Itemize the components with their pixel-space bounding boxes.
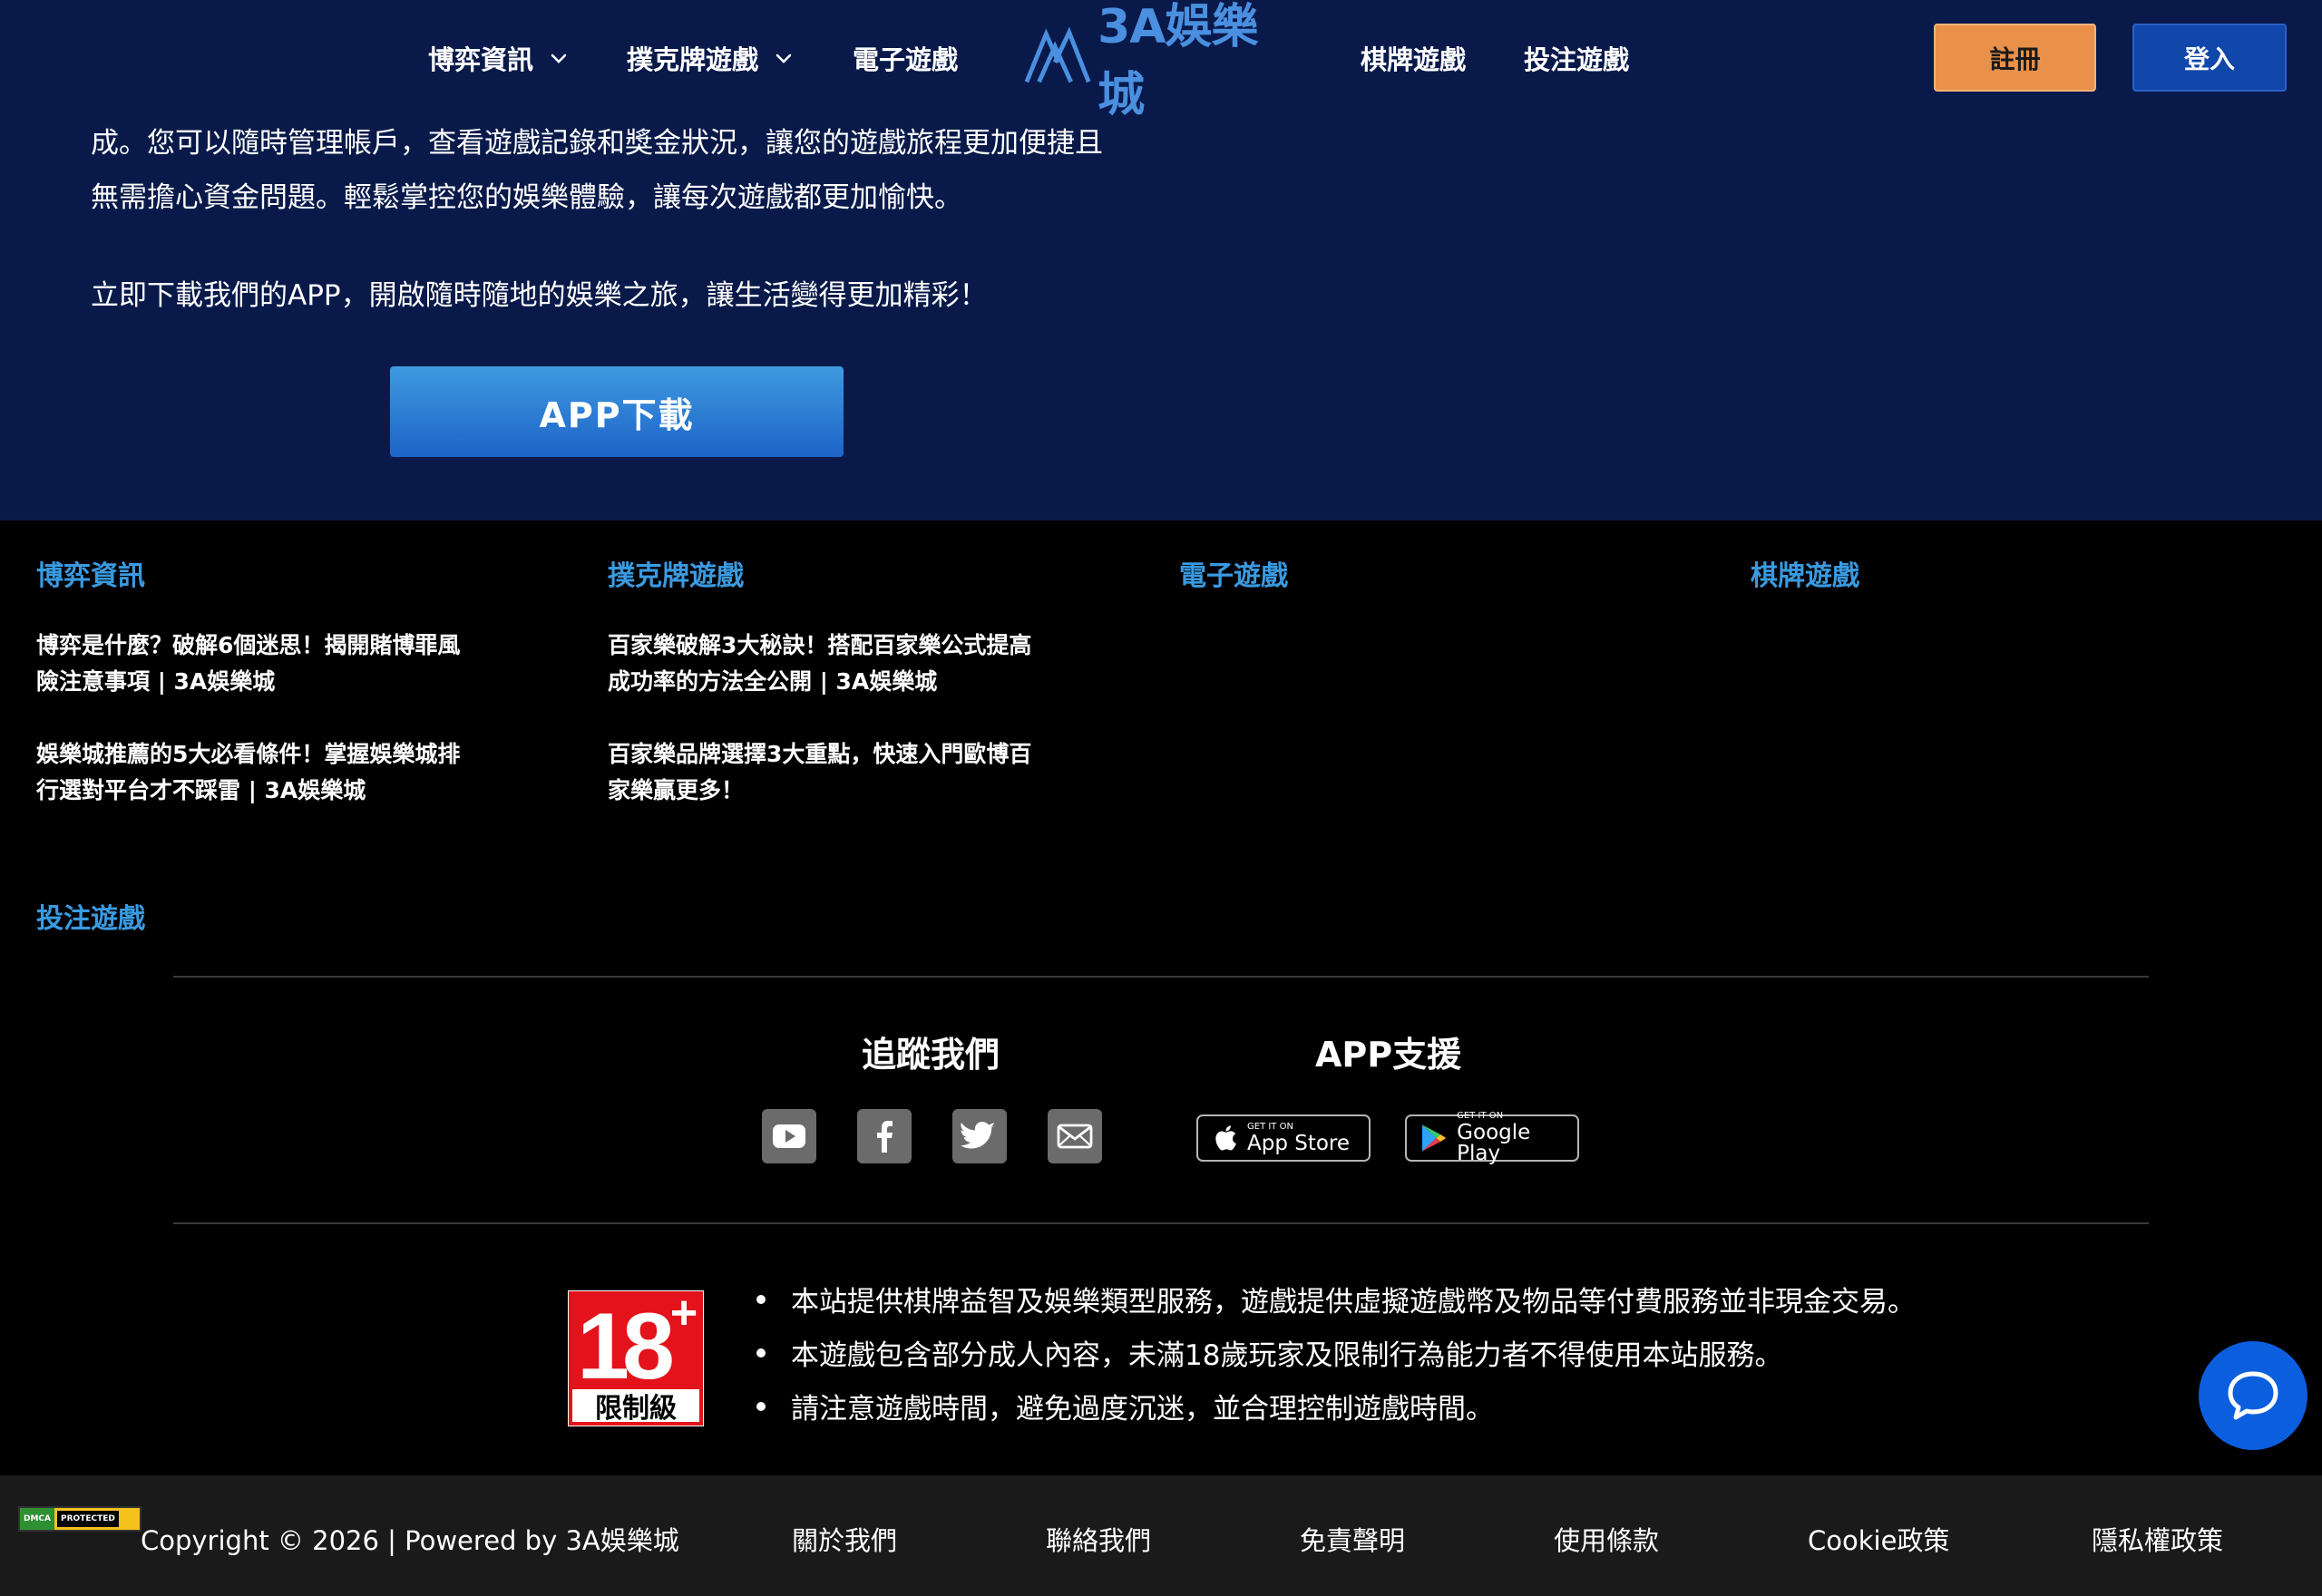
nav-label: 投注遊戲 xyxy=(1524,44,1630,75)
twitter-icon[interactable] xyxy=(952,1109,1007,1163)
divider xyxy=(173,976,2149,978)
footer-article-link[interactable]: 百家樂破解3大秘訣！搭配百家樂公式提高 成功率的方法全公開 | 3A娛樂城 xyxy=(608,628,1061,700)
store-big-text: Google Play xyxy=(1457,1121,1531,1165)
nav-item-betting-games[interactable]: 投注遊戲 xyxy=(1524,38,1629,78)
disclaimer-item: 本遊戲包含部分成人內容，未滿18歲玩家及限制行為能力者不得使用本站服務。 xyxy=(756,1332,1782,1373)
footer-article-link[interactable]: 博弈是什麼？破解6個迷思！揭開賭博罪風 險注意事項 | 3A娛樂城 xyxy=(36,628,490,700)
app-download-button[interactable]: APP下載 xyxy=(390,366,844,457)
facebook-icon[interactable] xyxy=(857,1109,912,1163)
apple-icon xyxy=(1215,1125,1236,1151)
app-intro-section: 成。您可以隨時管理帳戶，查看遊戲記錄和獎金狀況，讓您的遊戲旅程更加便捷且 無需擔… xyxy=(0,116,2322,521)
email-icon[interactable] xyxy=(1048,1109,1102,1163)
app-support-title: APP支援 xyxy=(1315,1035,1462,1075)
age-restriction-badge: 18 + 限制級 xyxy=(568,1287,704,1426)
dmca-right-text: PROTECTED xyxy=(57,1511,119,1527)
intro-text-line: 立即下載我們的APP，開啟隨時隨地的娛樂之旅，讓生活變得更加精彩！ xyxy=(91,279,988,312)
bottom-bar: DMCA PROTECTED Copyright © 2026 | Powere… xyxy=(0,1475,2322,1596)
dmca-badge[interactable]: DMCA PROTECTED xyxy=(18,1506,141,1532)
google-play-badge[interactable]: GET IT ON Google Play xyxy=(1405,1111,1579,1165)
footer-column-title[interactable]: 撲克牌遊戲 xyxy=(608,553,744,593)
follow-us-title: 追蹤我們 xyxy=(862,1035,1000,1075)
footer-link-disclaimer[interactable]: 免責聲明 xyxy=(1300,1520,1405,1558)
dmca-left-text: DMCA xyxy=(20,1508,54,1530)
link-line: 博弈是什麼？破解6個迷思！揭開賭博罪風 xyxy=(36,632,461,658)
footer-column-title[interactable]: 棋牌遊戲 xyxy=(1751,553,1859,593)
nav-item-poker-games[interactable]: 撲克牌遊戲 xyxy=(627,38,795,78)
footer-link-about[interactable]: 關於我們 xyxy=(792,1520,897,1558)
disclaimer-item: 本站提供棋牌益智及娛樂類型服務，遊戲提供虛擬遊戲幣及物品等付費服務並非現金交易。 xyxy=(756,1279,1916,1319)
nav-label: 棋牌遊戲 xyxy=(1361,44,1467,75)
store-big-text: App Store xyxy=(1247,1131,1351,1155)
nav-label: 博弈資訊 xyxy=(428,44,534,75)
intro-text-line: 成。您可以隨時管理帳戶，查看遊戲記錄和獎金狀況，讓您的遊戲旅程更加便捷且 xyxy=(91,127,1103,160)
link-line: 百家樂破解3大秘訣！搭配百家樂公式提高 xyxy=(608,632,1032,658)
nav-item-slot-games[interactable]: 電子遊戲 xyxy=(853,38,958,78)
login-button[interactable]: 登入 xyxy=(2132,24,2287,92)
link-line: 險注意事項 | 3A娛樂城 xyxy=(36,668,276,695)
footer-article-link[interactable]: 百家樂品牌選擇3大重點，快速入門歐博百 家樂贏更多！ xyxy=(608,736,1061,809)
logo-text: 3A娛樂城 xyxy=(1098,0,1258,122)
link-line: 家樂贏更多！ xyxy=(608,777,745,803)
footer-article-link[interactable]: 娛樂城推薦的5大必看條件！掌握娛樂城排 行選對平台才不踩雷 | 3A娛樂城 xyxy=(36,736,490,809)
footer-link-contact[interactable]: 聯絡我們 xyxy=(1046,1520,1151,1558)
link-line: 百家樂品牌選擇3大重點，快速入門歐博百 xyxy=(608,741,1032,767)
disclaimer-text: 本站提供棋牌益智及娛樂類型服務，遊戲提供虛擬遊戲幣及物品等付費服務並非現金交易。 xyxy=(791,1286,1916,1319)
chat-bubble-icon xyxy=(2228,1371,2278,1420)
nav-item-gambling-info[interactable]: 博弈資訊 xyxy=(428,38,570,78)
logo-mark-icon xyxy=(1024,26,1091,83)
bullet-dot xyxy=(756,1348,766,1358)
footer-column-title[interactable]: 電子遊戲 xyxy=(1179,553,1288,593)
app-store-badge[interactable]: GET IT ON App Store xyxy=(1196,1114,1371,1162)
footer-column-title[interactable]: 投注遊戲 xyxy=(36,896,145,936)
store-small-text: GET IT ON xyxy=(1247,1121,1293,1132)
disclaimer-text: 請注意遊戲時間，避免過度沉迷，並合理控制遊戲時間。 xyxy=(791,1393,1494,1426)
age-number: 18 xyxy=(577,1294,672,1399)
disclaimer-text: 本遊戲包含部分成人內容，未滿18歲玩家及限制行為能力者不得使用本站服務。 xyxy=(791,1339,1783,1372)
age-plus: + xyxy=(670,1290,698,1339)
nav-label: 電子遊戲 xyxy=(853,44,959,75)
bullet-dot xyxy=(756,1401,766,1411)
intro-text-line: 無需擔心資金問題。輕鬆掌控您的娛樂體驗，讓每次遊戲都更加愉快。 xyxy=(91,181,962,214)
youtube-icon[interactable] xyxy=(762,1109,816,1163)
disclaimer-item: 請注意遊戲時間，避免過度沉迷，並合理控制遊戲時間。 xyxy=(756,1386,1494,1426)
nav-label: 撲克牌遊戲 xyxy=(627,44,759,75)
chevron-down-icon xyxy=(776,54,792,63)
footer-column-title[interactable]: 博弈資訊 xyxy=(36,553,145,593)
site-header: 博弈資訊 撲克牌遊戲 電子遊戲 3A娛樂城 棋牌遊戲 投注遊戲 註冊 登入 xyxy=(0,0,2322,122)
footer-link-terms[interactable]: 使用條款 xyxy=(1554,1520,1659,1558)
site-logo[interactable]: 3A娛樂城 xyxy=(1023,0,1299,122)
live-chat-button[interactable] xyxy=(2199,1341,2307,1450)
footer-link-privacy[interactable]: 隱私權政策 xyxy=(2092,1520,2223,1558)
nav-item-board-games[interactable]: 棋牌遊戲 xyxy=(1361,38,1466,78)
age-label: 限制級 xyxy=(595,1393,677,1425)
google-play-icon xyxy=(1421,1124,1447,1152)
link-line: 成功率的方法全公開 | 3A娛樂城 xyxy=(608,668,938,695)
footer-link-cookie[interactable]: Cookie政策 xyxy=(1808,1520,1949,1558)
register-button[interactable]: 註冊 xyxy=(1934,24,2096,92)
bullet-dot xyxy=(756,1294,766,1304)
link-line: 行選對平台才不踩雷 | 3A娛樂城 xyxy=(36,777,366,803)
chevron-down-icon xyxy=(551,54,567,63)
copyright-text: Copyright © 2026 | Powered by 3A娛樂城 xyxy=(141,1525,679,1556)
divider xyxy=(173,1222,2149,1224)
store-small-text: GET IT ON xyxy=(1457,1111,1504,1121)
link-line: 娛樂城推薦的5大必看條件！掌握娛樂城排 xyxy=(36,741,461,767)
